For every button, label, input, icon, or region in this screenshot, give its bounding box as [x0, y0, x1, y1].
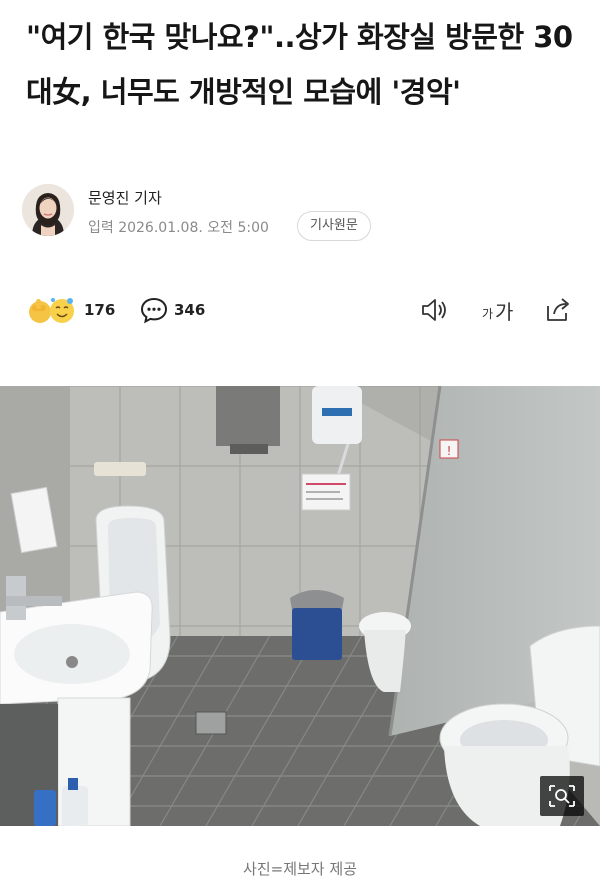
restroom-photo[interactable]: !	[0, 386, 600, 826]
comment-count: 346	[174, 301, 206, 319]
svg-text:가: 가	[482, 307, 493, 321]
font-size-icon[interactable]: 가 가	[480, 294, 520, 326]
photo-caption: 사진=제보자 제공	[243, 860, 357, 878]
reaction-button[interactable]: 176	[26, 293, 115, 327]
comment-button[interactable]: 346	[140, 293, 205, 327]
speaker-icon[interactable]	[418, 294, 450, 326]
reaction-count: 176	[84, 301, 116, 319]
zoom-icon	[549, 785, 575, 807]
action-bar: 176 346 가 가	[0, 290, 600, 330]
image-zoom-button[interactable]	[540, 776, 584, 816]
article-headline: "여기 한국 맞나요?"..상가 화장실 방문한 30대女, 너무도 개방적인 …	[26, 20, 573, 109]
author-name[interactable]: 문영진 기자	[88, 187, 162, 208]
publish-date: 입력 2026.01.08. 오전 5:00	[88, 220, 269, 236]
warning-sign: !	[447, 444, 452, 458]
clap-emoji-icon	[29, 298, 74, 323]
original-article-button[interactable]: 기사원문	[297, 211, 371, 241]
svg-text:가: 가	[495, 300, 513, 324]
comment-bubble-icon	[140, 297, 168, 324]
share-icon[interactable]	[542, 294, 574, 326]
author-avatar[interactable]	[22, 184, 74, 236]
